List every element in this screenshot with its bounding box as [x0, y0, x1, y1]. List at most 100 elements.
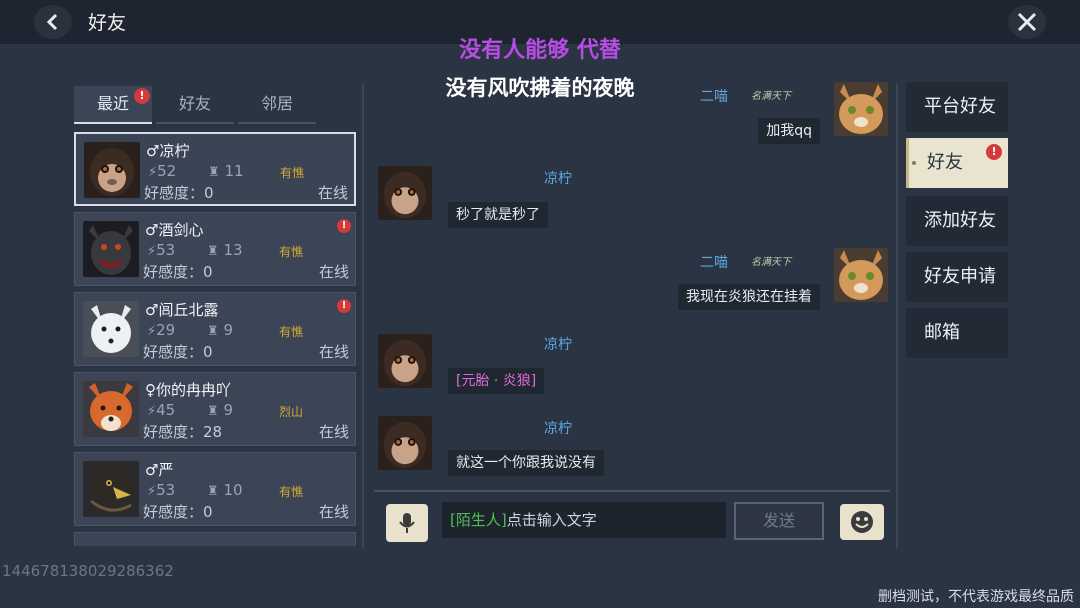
smiley-icon — [851, 511, 873, 533]
friend-card[interactable]: ♂闾丘北露 ⚡29 ♜ 9 有憔 好感度：0 在线 ! — [74, 292, 356, 366]
friend-power: ♜ 9 — [207, 401, 233, 419]
nav-add-friend[interactable]: 添加好友 — [906, 196, 1008, 246]
disclaimer-text: 删档测试，不代表游戏最终品质 — [878, 589, 1074, 605]
chat-panel: 二喵 名满天下 加我qq 凉柠 秒了就是秒了 二喵 名满天下 我现在炎狼还在挂着 — [374, 82, 890, 484]
back-arrow-icon — [46, 13, 58, 31]
vip-badge: 名满天下 — [751, 91, 791, 102]
friend-status: 在线 — [318, 503, 349, 521]
avatar-monkey[interactable] — [378, 166, 432, 220]
nav-divider — [896, 84, 898, 548]
tab-recent[interactable]: 最近 ! — [74, 86, 152, 124]
friend-favor: 好感度：0 — [143, 263, 213, 281]
friend-name: ♂酒剑心 — [145, 221, 204, 239]
friend-card[interactable]: ♂酒剑心 ⚡53 ♜ 13 有憔 好感度：0 在线 ! — [74, 212, 356, 286]
emoji-button[interactable] — [840, 504, 884, 540]
friend-level: ⚡53 — [147, 241, 176, 259]
friend-card[interactable]: ♂凉柠 ⚡52 ♜ 11 有憔 好感度：0 在线 — [74, 132, 356, 206]
friend-card[interactable]: ♂严 ⚡53 ♜ 10 有憔 好感度：0 在线 — [74, 452, 356, 526]
avatar-eagle — [83, 461, 139, 517]
level-icon: ⚡ — [147, 324, 157, 339]
friend-tag: 烈山 — [279, 405, 304, 419]
friend-card-partial[interactable] — [74, 532, 356, 546]
avatar-red-fox — [83, 381, 139, 437]
chat-sender-name: 凉柠 — [544, 171, 572, 187]
nav-mailbox[interactable]: 邮箱 — [906, 308, 1008, 358]
friend-power: ♜ 10 — [207, 481, 243, 499]
friend-level: ⚡52 — [148, 162, 177, 180]
avatar-monkey[interactable] — [378, 334, 432, 388]
overlay-text-top: 没有人能够 代替 — [459, 38, 621, 63]
friend-name: ♂凉柠 — [146, 142, 190, 160]
pet-icon: ♜ — [207, 324, 219, 339]
alert-badge: ! — [337, 299, 351, 313]
friend-status: 在线 — [318, 343, 349, 361]
chat-bubble[interactable]: 秒了就是秒了 — [448, 202, 548, 228]
friend-power: ♜ 13 — [207, 241, 243, 259]
avatar-cat[interactable] — [834, 82, 888, 136]
chat-input-bar: [陌生人]点击输入文字 发送 — [374, 490, 890, 546]
friend-status: 在线 — [318, 263, 349, 281]
friend-favor: 好感度：0 — [143, 503, 213, 521]
friend-level: ⚡45 — [147, 401, 176, 419]
avatar-white-fox — [83, 301, 139, 357]
nav-friend-requests[interactable]: 好友申请 — [906, 252, 1008, 302]
tab-recent-badge: ! — [134, 88, 150, 104]
debug-id-text: 1446781380292863​62 — [2, 562, 174, 580]
input-placeholder: 点击输入文字 — [506, 511, 597, 529]
nav-friends-label: 好友 — [927, 152, 963, 173]
friend-name: ♂闾丘北露 — [145, 301, 219, 319]
friend-favor: 好感度：0 — [143, 343, 213, 361]
avatar-monkey[interactable] — [378, 416, 432, 470]
friend-status: 在线 — [317, 184, 348, 202]
friend-tag: 有憔 — [279, 325, 304, 339]
friend-tag: 有憔 — [279, 245, 304, 259]
nav-platform-friends[interactable]: 平台好友 — [906, 82, 1008, 132]
nav-friends[interactable]: 好友 ! — [906, 138, 1008, 188]
friend-favor: 好感度：28 — [143, 423, 223, 441]
friend-favor: 好感度：0 — [144, 184, 214, 202]
page-title: 好友 — [88, 12, 127, 34]
chat-bubble[interactable]: 就这一个你跟我说没有 — [448, 450, 604, 476]
chat-bubble-item-link[interactable]: [元胎 · 炎狼] — [448, 368, 545, 394]
vip-badge: 名满天下 — [751, 257, 791, 268]
friend-level: ⚡29 — [147, 321, 176, 339]
pet-icon: ♜ — [207, 244, 219, 259]
nav-friends-badge: ! — [986, 144, 1002, 160]
level-icon: ⚡ — [147, 244, 157, 259]
list-divider — [362, 84, 364, 548]
friend-power: ♜ 11 — [208, 162, 244, 180]
chat-text-input[interactable]: [陌生人]点击输入文字 — [442, 502, 726, 538]
avatar-wolf — [83, 221, 139, 277]
chat-bubble[interactable]: 加我qq — [758, 118, 820, 144]
level-icon: ⚡ — [147, 404, 157, 419]
chat-sender-name: 凉柠 — [544, 337, 572, 353]
tab-recent-label: 最近 — [96, 94, 129, 113]
friend-level: ⚡53 — [147, 481, 176, 499]
chat-bubble[interactable]: 我现在炎狼还在挂着 — [678, 284, 820, 310]
friend-name: ♀你的冉冉吖 — [145, 381, 231, 399]
friend-tag: 有憔 — [279, 485, 304, 499]
active-dot — [912, 161, 916, 165]
pet-icon: ♜ — [207, 404, 219, 419]
voice-button[interactable] — [386, 504, 428, 542]
friend-tabs: 最近 ! 好友 邻居 — [74, 86, 316, 124]
level-icon: ⚡ — [147, 484, 157, 499]
pet-icon: ♜ — [208, 165, 220, 180]
stranger-prefix: [陌生人] — [450, 511, 507, 529]
send-button[interactable]: 发送 — [734, 502, 824, 540]
tab-friends-label: 好友 — [178, 94, 211, 113]
tab-neighbors[interactable]: 邻居 — [238, 86, 316, 124]
friend-tag: 有憔 — [280, 166, 305, 180]
level-icon: ⚡ — [148, 165, 158, 180]
chat-sender-name: 凉柠 — [544, 421, 572, 437]
tab-friends[interactable]: 好友 — [156, 86, 234, 124]
friend-card[interactable]: ♀你的冉冉吖 ⚡45 ♜ 9 烈山 好感度：28 在线 — [74, 372, 356, 446]
chat-sender-name: 二喵 — [700, 89, 728, 105]
avatar-cat[interactable] — [834, 248, 888, 302]
tab-neighbors-label: 邻居 — [260, 94, 293, 113]
alert-badge: ! — [337, 219, 351, 233]
friend-power: ♜ 9 — [207, 321, 233, 339]
chat-sender-name: 二喵 — [700, 255, 728, 271]
close-icon — [1017, 12, 1037, 32]
friend-list[interactable]: ♂凉柠 ⚡52 ♜ 11 有憔 好感度：0 在线 ♂酒剑心 ⚡53 ♜ 13 有… — [74, 132, 356, 546]
